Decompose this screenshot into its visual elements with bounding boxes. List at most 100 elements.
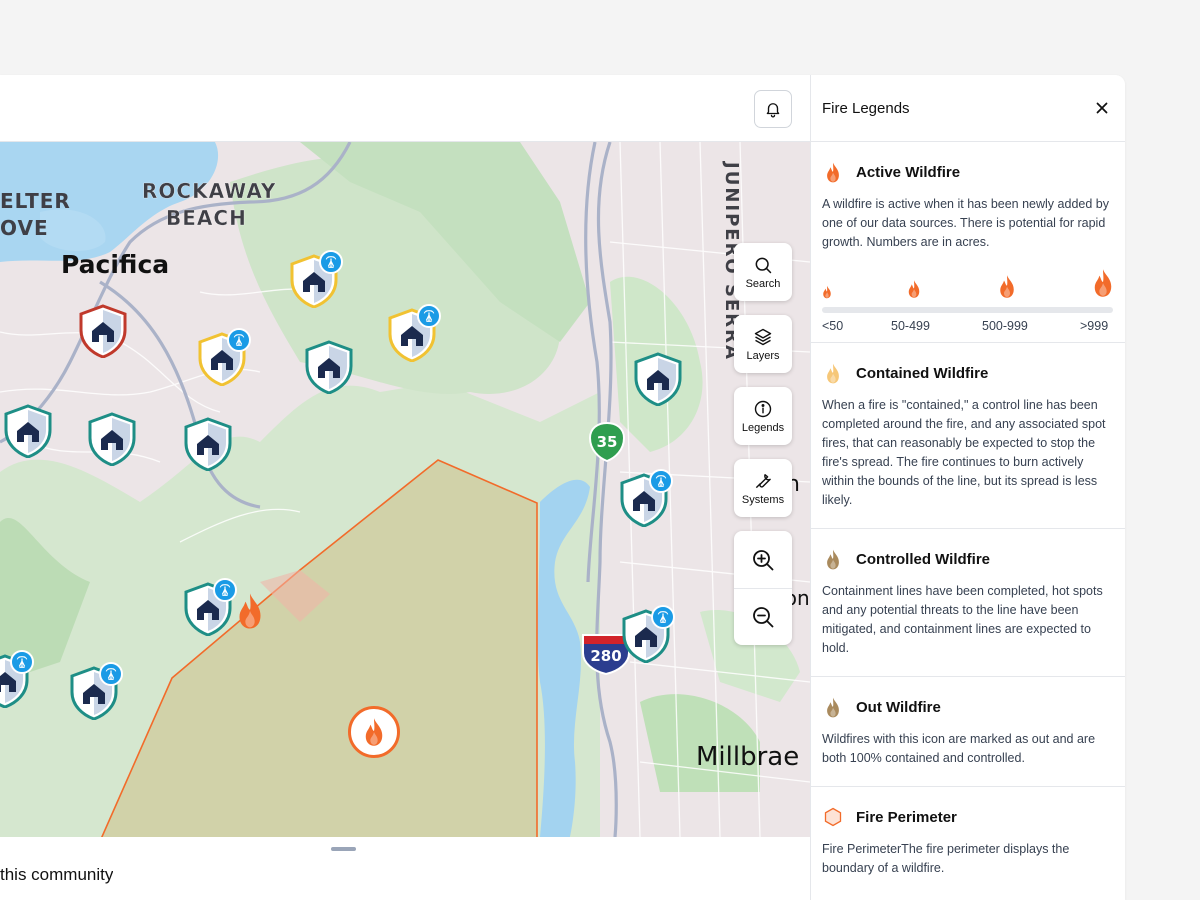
place-label-rockaway: ROCKAWAY BEACH bbox=[142, 179, 277, 230]
map-basemap bbox=[0, 142, 810, 837]
bottom-sheet: this community bbox=[0, 837, 810, 900]
legends-control-label: Legends bbox=[741, 421, 785, 434]
search-icon bbox=[755, 257, 772, 273]
cell-tower-icon bbox=[417, 304, 441, 328]
house-shield-icon bbox=[4, 404, 52, 458]
shelter-marker[interactable] bbox=[289, 250, 343, 308]
shelter-marker[interactable] bbox=[619, 469, 673, 527]
fire-out-icon bbox=[822, 696, 844, 718]
drag-handle[interactable] bbox=[331, 847, 356, 851]
cell-tower-icon bbox=[213, 578, 237, 602]
legend-active-wildfire: Active Wildfire A wildfire is active whe… bbox=[811, 142, 1125, 343]
cell-tower-icon bbox=[319, 250, 343, 274]
shelter-marker[interactable] bbox=[183, 417, 233, 471]
place-label-pacifica: Pacifica bbox=[61, 250, 170, 279]
zoom-in-button[interactable] bbox=[734, 531, 792, 588]
shelter-marker[interactable] bbox=[78, 304, 128, 358]
map-controls: Search Layers Legends Systems bbox=[734, 243, 792, 645]
zoom-in-icon bbox=[753, 549, 774, 570]
hexagon-icon bbox=[822, 806, 844, 828]
place-label-millbrae: Millbrae bbox=[696, 742, 800, 772]
map-canvas[interactable]: ROCKAWAY BEACH ELTER OVE Pacifica Millbr… bbox=[0, 142, 810, 837]
close-button[interactable] bbox=[1091, 97, 1113, 119]
community-heading: this community bbox=[0, 865, 114, 884]
legend-out-wildfire: Out Wildfire Wildfires with this icon ar… bbox=[811, 677, 1125, 787]
cell-tower-icon bbox=[99, 662, 123, 686]
highway-35-shield: 35 bbox=[588, 421, 626, 463]
shelter-marker[interactable] bbox=[197, 328, 251, 386]
top-bar bbox=[0, 75, 810, 142]
search-control-label: Search bbox=[745, 277, 781, 290]
systems-control[interactable]: Systems bbox=[734, 459, 792, 517]
fire-size-large-icon bbox=[998, 274, 1016, 304]
legend-title: Controlled Wildfire bbox=[856, 550, 991, 568]
search-control[interactable]: Search bbox=[734, 243, 792, 301]
active-fire-marker[interactable] bbox=[348, 706, 400, 758]
highway-280-number: 280 bbox=[590, 647, 621, 665]
fire-active-icon bbox=[822, 161, 844, 183]
legend-description: A wildfire is active when it has been ne… bbox=[822, 197, 1109, 249]
scale-bar bbox=[822, 307, 1113, 313]
fire-legends-panel: Fire Legends Active Wildfire A wildfire … bbox=[810, 75, 1125, 900]
layers-control-label: Layers bbox=[746, 349, 780, 362]
scale-label: <50 bbox=[822, 319, 844, 333]
legend-description: Fire PerimeterThe fire perimeter display… bbox=[822, 842, 1070, 875]
cell-tower-icon bbox=[227, 328, 251, 352]
shelter-marker[interactable] bbox=[621, 605, 675, 663]
bell-icon bbox=[766, 103, 780, 118]
scale-label: 500-999 bbox=[982, 319, 1028, 333]
legend-controlled-wildfire: Controlled Wildfire Containment lines ha… bbox=[811, 529, 1125, 677]
legend-fire-perimeter: Fire Perimeter Fire PerimeterThe fire pe… bbox=[811, 787, 1125, 896]
close-icon bbox=[1096, 102, 1108, 114]
panel-title: Fire Legends bbox=[822, 99, 910, 117]
layers-control[interactable]: Layers bbox=[734, 315, 792, 373]
layers-icon bbox=[754, 328, 772, 345]
app-card: ROCKAWAY BEACH ELTER OVE Pacifica Millbr… bbox=[0, 75, 1125, 900]
scale-label: 50-499 bbox=[891, 319, 930, 333]
shelter-marker[interactable] bbox=[69, 662, 123, 720]
fire-small-marker[interactable] bbox=[236, 591, 264, 631]
house-shield-icon bbox=[184, 417, 232, 471]
legend-description: Containment lines have been completed, h… bbox=[822, 584, 1103, 655]
legend-title: Contained Wildfire bbox=[856, 364, 989, 382]
fire-controlled-icon bbox=[822, 548, 844, 570]
legend-description: Wildfires with this icon are marked as o… bbox=[822, 732, 1096, 765]
shelter-marker[interactable] bbox=[3, 404, 53, 458]
legend-contained-wildfire: Contained Wildfire When a fire is "conta… bbox=[811, 343, 1125, 529]
legend-title: Out Wildfire bbox=[856, 698, 941, 716]
fire-contained-icon bbox=[822, 362, 844, 384]
shelter-marker[interactable] bbox=[304, 340, 354, 394]
cell-tower-icon bbox=[10, 650, 34, 674]
info-icon bbox=[754, 400, 772, 417]
fire-size-small-icon bbox=[822, 285, 832, 304]
place-label-shelter-cove: ELTER OVE bbox=[0, 189, 71, 240]
shelter-marker[interactable] bbox=[387, 304, 441, 362]
panel-header: Fire Legends bbox=[811, 75, 1125, 142]
legend-title: Active Wildfire bbox=[856, 163, 961, 181]
legends-control[interactable]: Legends bbox=[734, 387, 792, 445]
house-shield-icon bbox=[88, 412, 136, 466]
acreage-scale: <50 50-499 500-999 >999 bbox=[822, 269, 1113, 333]
house-shield-icon bbox=[634, 352, 682, 406]
shelter-marker[interactable] bbox=[183, 578, 237, 636]
house-shield-icon bbox=[305, 340, 353, 394]
cell-tower-icon bbox=[649, 469, 673, 493]
legend-title: Fire Perimeter bbox=[856, 808, 957, 826]
zoom-out-icon bbox=[753, 607, 774, 628]
notifications-button[interactable] bbox=[754, 90, 792, 128]
house-shield-icon bbox=[79, 304, 127, 358]
shelter-marker[interactable] bbox=[0, 650, 34, 708]
systems-control-label: Systems bbox=[741, 493, 785, 506]
legend-description: When a fire is "contained," a control li… bbox=[822, 398, 1106, 507]
shelter-marker[interactable] bbox=[633, 352, 683, 406]
wrench-icon bbox=[755, 473, 771, 488]
zoom-out-button[interactable] bbox=[734, 588, 792, 645]
scale-label: >999 bbox=[1080, 319, 1109, 333]
shelter-marker[interactable] bbox=[87, 412, 137, 466]
zoom-controls bbox=[734, 531, 792, 645]
fire-size-xlarge-icon bbox=[1092, 267, 1114, 304]
fire-active-icon bbox=[365, 718, 383, 746]
fire-size-medium-icon bbox=[907, 279, 921, 304]
cell-tower-icon bbox=[651, 605, 675, 629]
highway-35-number: 35 bbox=[597, 433, 618, 451]
